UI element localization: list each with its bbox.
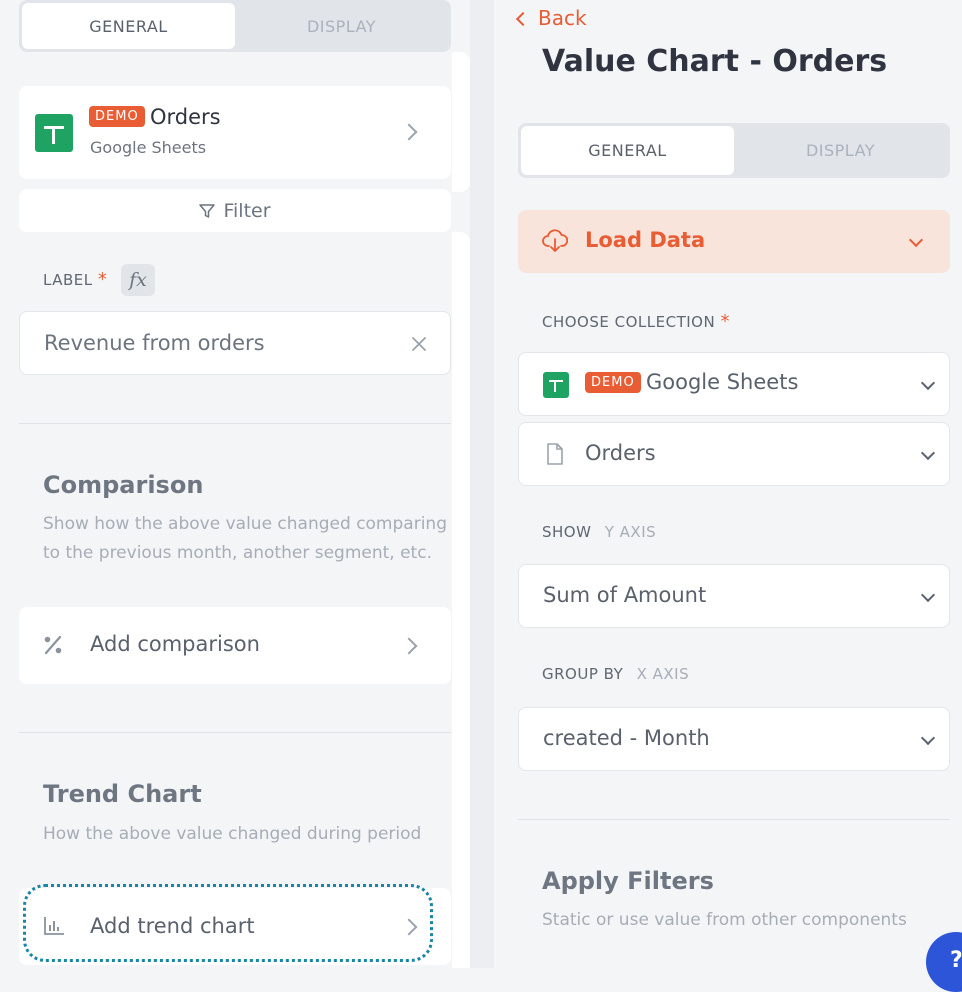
highlight-outline — [23, 884, 433, 962]
choose-collection-label: CHOOSE COLLECTION * — [542, 311, 730, 332]
y-axis-text: Y AXIS — [604, 523, 657, 541]
chevron-right-icon — [400, 637, 418, 655]
group-by-label: GROUP BY X AXIS — [542, 665, 689, 683]
filter-button[interactable]: Filter — [19, 189, 451, 232]
collection-select[interactable]: DEMO Google Sheets — [518, 352, 950, 416]
trend-chart-description: How the above value changed during perio… — [43, 824, 422, 844]
formula-toggle-button[interactable]: fx — [121, 264, 155, 296]
source-subtitle: Google Sheets — [90, 138, 207, 157]
demo-badge: DEMO — [89, 106, 145, 127]
choose-collection-text: CHOOSE COLLECTION — [542, 313, 716, 331]
help-icon: ? — [950, 948, 962, 973]
chevron-down-icon — [920, 375, 936, 391]
apply-filters-description: Static or use value from other component… — [542, 910, 907, 930]
component-settings-pane: GENERAL DISPLAY DEMO Orders Google Sheet… — [0, 0, 470, 968]
comparison-title: Comparison — [43, 471, 204, 499]
comparison-description: Show how the above value changed compari… — [43, 514, 447, 563]
required-mark: * — [720, 311, 730, 332]
x-axis-text: X AXIS — [636, 665, 690, 683]
document-icon — [547, 443, 563, 465]
pane-edge — [452, 232, 470, 968]
add-comparison-label: Add comparison — [90, 632, 260, 656]
collection-value: Google Sheets — [646, 370, 799, 394]
data-source-card[interactable]: DEMO Orders Google Sheets — [19, 86, 451, 179]
cloud-download-icon — [542, 229, 568, 252]
back-link[interactable]: Back — [515, 6, 587, 30]
trend-chart-title: Trend Chart — [43, 780, 202, 808]
left-tabs: GENERAL DISPLAY — [19, 0, 451, 52]
divider — [19, 423, 451, 424]
show-text: SHOW — [542, 523, 592, 541]
table-select[interactable]: Orders — [518, 422, 950, 486]
filter-icon — [199, 203, 216, 218]
demo-badge: DEMO — [585, 372, 641, 393]
group-by-value: created - Month — [543, 726, 710, 750]
group-by-select[interactable]: created - Month — [518, 707, 950, 771]
google-sheets-icon — [35, 114, 73, 152]
tab-display[interactable]: DISPLAY — [734, 126, 947, 175]
divider — [19, 732, 451, 733]
pane-divider — [470, 0, 494, 968]
table-value: Orders — [585, 441, 656, 465]
chevron-left-icon — [515, 11, 531, 27]
required-mark: * — [97, 269, 108, 290]
divider — [518, 819, 950, 820]
label-text: LABEL — [43, 271, 93, 289]
page-title: Value Chart - Orders — [542, 44, 888, 79]
label-input-value: Revenue from orders — [44, 331, 265, 355]
label-field-label: LABEL * — [43, 269, 107, 290]
show-value: Sum of Amount — [543, 583, 707, 607]
load-data-section[interactable]: Load Data — [518, 210, 950, 273]
group-by-text: GROUP BY — [542, 665, 624, 683]
add-comparison-button[interactable]: Add comparison — [19, 607, 451, 684]
show-label: SHOW Y AXIS — [542, 523, 656, 541]
source-name: Orders — [150, 105, 221, 129]
load-data-label: Load Data — [585, 228, 706, 252]
percent-icon — [44, 635, 62, 655]
chevron-right-icon — [400, 123, 418, 141]
clear-icon[interactable] — [412, 337, 426, 351]
tab-general[interactable]: GENERAL — [22, 3, 235, 49]
chevron-down-icon — [920, 587, 936, 603]
google-sheets-icon — [543, 372, 569, 398]
value-chart-settings-pane: Back Value Chart - Orders GENERAL DISPLA… — [494, 0, 962, 968]
show-select[interactable]: Sum of Amount — [518, 564, 950, 628]
chevron-down-icon — [908, 232, 924, 248]
filter-label: Filter — [223, 199, 271, 222]
tab-display[interactable]: DISPLAY — [235, 3, 448, 49]
apply-filters-title: Apply Filters — [542, 867, 714, 895]
chevron-down-icon — [920, 445, 936, 461]
tab-general[interactable]: GENERAL — [521, 126, 734, 175]
back-label: Back — [538, 6, 587, 30]
chevron-down-icon — [920, 730, 936, 746]
label-input[interactable]: Revenue from orders — [19, 311, 451, 375]
right-tabs: GENERAL DISPLAY — [518, 123, 950, 178]
pane-edge — [452, 52, 470, 192]
